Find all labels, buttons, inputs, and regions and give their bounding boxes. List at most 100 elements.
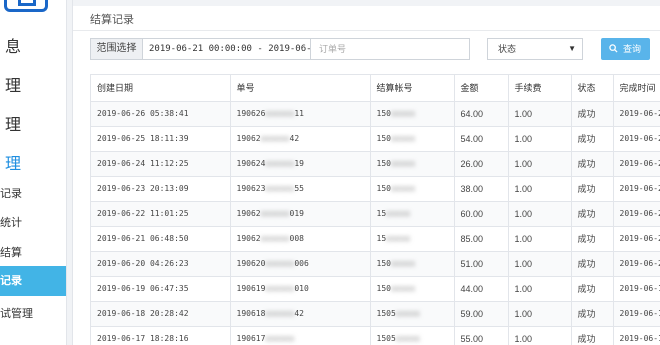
status-cell: 成功 — [571, 151, 614, 177]
column-header[interactable]: 单号 — [230, 75, 371, 102]
created-date-cell: 2019-06-18 20:28:42 — [91, 301, 231, 327]
completed-time-cell: 2019-06-2 — [613, 226, 660, 252]
column-header[interactable]: 结算帐号 — [370, 75, 455, 102]
search-icon — [609, 44, 618, 53]
sidebar-subitem-settlement-records[interactable]: 记录 — [0, 266, 66, 296]
table-row[interactable]: 2019-06-17 18:28:16 190617xxxxxx 1505xxx… — [91, 326, 660, 345]
order-number-cell: 19062xxxxxx008 — [230, 226, 371, 252]
created-date-cell: 2019-06-19 06:47:35 — [91, 276, 231, 302]
order-number-input[interactable] — [310, 38, 470, 60]
sidebar-item-label: 息 — [5, 37, 22, 56]
search-button[interactable]: 查询 — [601, 38, 650, 60]
order-number-cell: 19062xxxxxx42 — [230, 126, 371, 152]
column-header[interactable]: 完成时间 — [613, 75, 660, 102]
sidebar-item-label: 试管理 — [0, 307, 33, 320]
settlement-account-cell: 1505xxxxx — [370, 301, 455, 327]
sidebar-item-label: 统计 — [0, 216, 22, 229]
table-header-row: 创建日期 单号 结算帐号 金额 手续费 状态 完成时间 — [91, 75, 660, 102]
completed-time-cell: 2019-06-1 — [613, 326, 660, 345]
fee-cell: 1.00 — [508, 251, 572, 277]
search-button-label: 查询 — [623, 44, 642, 54]
status-select[interactable]: 状态 ▼ — [487, 38, 583, 60]
order-number-cell: 19062xxxxxx019 — [230, 201, 371, 227]
sidebar-item-manage-2[interactable]: 理 — [5, 111, 66, 135]
fee-cell: 1.00 — [508, 126, 572, 152]
top-bar — [73, 0, 660, 6]
date-range-label: 范围选择 — [91, 39, 143, 59]
amount-cell: 64.00 — [454, 101, 509, 127]
settlement-table: 创建日期 单号 结算帐号 金额 手续费 状态 完成时间 2019-06-26 0… — [90, 74, 660, 345]
sidebar-subitem-settlement[interactable]: 结算 — [0, 244, 66, 260]
order-number-cell: 190617xxxxxx — [230, 326, 371, 345]
created-date-cell: 2019-06-23 20:13:09 — [91, 176, 231, 202]
settlement-account-cell: 15xxxxx — [370, 201, 455, 227]
completed-time-cell: 2019-06-1 — [613, 276, 660, 302]
table-row[interactable]: 2019-06-24 11:12:25 190624xxxxxx19 150xx… — [91, 151, 660, 177]
column-header[interactable]: 金额 — [454, 75, 509, 102]
status-select-value: 状态 — [498, 44, 517, 54]
sidebar-item-label: 理 — [5, 76, 22, 95]
settlement-account-cell: 150xxxxx — [370, 276, 455, 302]
created-date-cell: 2019-06-17 18:28:16 — [91, 326, 231, 345]
amount-cell: 51.00 — [454, 251, 509, 277]
completed-time-cell: 2019-06-2 — [613, 176, 660, 202]
sidebar-subitem-records[interactable]: 记录 — [0, 185, 66, 201]
main-panel: 结算记录 范围选择 2019-06-21 00:00:00 - 2019-06-… — [72, 0, 660, 345]
amount-cell: 59.00 — [454, 301, 509, 327]
completed-time-cell: 2019-06-1 — [613, 301, 660, 327]
sidebar-subitem-test-manage[interactable]: 试管理 — [0, 305, 66, 321]
fee-cell: 1.00 — [508, 101, 572, 127]
sidebar-item-manage-1[interactable]: 理 — [5, 72, 66, 96]
completed-time-cell: 2019-06-2 — [613, 251, 660, 277]
sidebar-subitem-stats[interactable]: 统计 — [0, 214, 66, 230]
completed-time-cell: 2019-06-2 — [613, 126, 660, 152]
status-cell: 成功 — [571, 326, 614, 345]
order-number-cell: 190619xxxxxx010 — [230, 276, 371, 302]
status-cell: 成功 — [571, 176, 614, 202]
completed-time-cell: 2019-06-2 — [613, 151, 660, 177]
logo — [0, 0, 60, 14]
table-row[interactable]: 2019-06-22 11:01:25 19062xxxxxx019 15xxx… — [91, 201, 660, 227]
sidebar-item-manage-3[interactable]: 理 — [5, 150, 66, 174]
table-row[interactable]: 2019-06-20 04:26:23 190620xxxxxx006 150x… — [91, 251, 660, 277]
settlement-account-cell: 150xxxxx — [370, 176, 455, 202]
amount-cell: 60.00 — [454, 201, 509, 227]
sidebar: 息 理 理 理 记录 统计 结算 记录 试管理 — [0, 0, 67, 345]
amount-cell: 54.00 — [454, 126, 509, 152]
amount-cell: 85.00 — [454, 226, 509, 252]
created-date-cell: 2019-06-20 04:26:23 — [91, 251, 231, 277]
amount-cell: 38.00 — [454, 176, 509, 202]
divider — [73, 30, 660, 31]
table-row[interactable]: 2019-06-25 18:11:39 19062xxxxxx42 150xxx… — [91, 126, 660, 152]
status-cell: 成功 — [571, 101, 614, 127]
order-number-cell: 190623xxxxxx55 — [230, 176, 371, 202]
table-row[interactable]: 2019-06-23 20:13:09 190623xxxxxx55 150xx… — [91, 176, 660, 202]
column-header[interactable]: 状态 — [571, 75, 614, 102]
fee-cell: 1.00 — [508, 276, 572, 302]
table-row[interactable]: 2019-06-18 20:28:42 190618xxxxxx42 1505x… — [91, 301, 660, 327]
settlement-account-cell: 150xxxxx — [370, 101, 455, 127]
settlement-account-cell: 150xxxxx — [370, 151, 455, 177]
column-header[interactable]: 手续费 — [508, 75, 572, 102]
created-date-cell: 2019-06-25 18:11:39 — [91, 126, 231, 152]
created-date-cell: 2019-06-22 11:01:25 — [91, 201, 231, 227]
status-cell: 成功 — [571, 251, 614, 277]
caret-down-icon: ▼ — [568, 44, 576, 53]
table-row[interactable]: 2019-06-21 06:48:50 19062xxxxxx008 15xxx… — [91, 226, 660, 252]
settlement-account-cell: 150xxxxx — [370, 251, 455, 277]
sidebar-item-label: 记录 — [0, 187, 22, 200]
amount-cell: 55.00 — [454, 326, 509, 345]
page: 息 理 理 理 记录 统计 结算 记录 试管理 结算记录 范围选择 2019-0… — [0, 0, 660, 345]
fee-cell: 1.00 — [508, 176, 572, 202]
table-row[interactable]: 2019-06-19 06:47:35 190619xxxxxx010 150x… — [91, 276, 660, 302]
page-title: 结算记录 — [90, 14, 134, 26]
settlement-account-cell: 15xxxxx — [370, 226, 455, 252]
amount-cell: 26.00 — [454, 151, 509, 177]
table-row[interactable]: 2019-06-26 05:38:41 190626xxxxxx11 150xx… — [91, 101, 660, 127]
order-number-cell: 190624xxxxxx19 — [230, 151, 371, 177]
completed-time-cell: 2019-06-2 — [613, 101, 660, 127]
order-number-cell: 190618xxxxxx42 — [230, 301, 371, 327]
sidebar-item-label: 记录 — [0, 274, 22, 287]
column-header[interactable]: 创建日期 — [91, 75, 231, 102]
sidebar-item-info[interactable]: 息 — [5, 33, 66, 57]
